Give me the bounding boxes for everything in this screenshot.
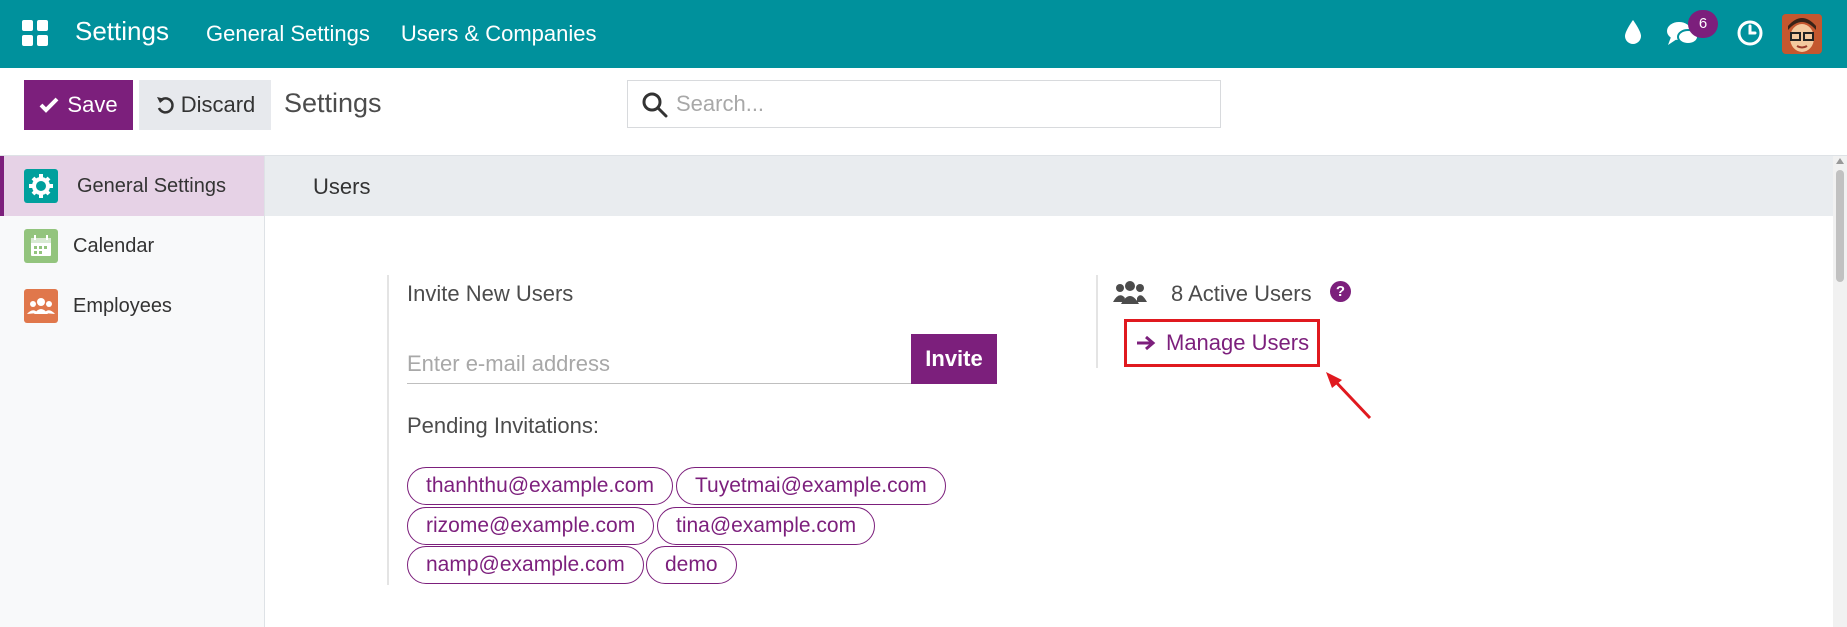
invite-button[interactable]: Invite [911, 334, 997, 384]
drop-icon[interactable] [1622, 18, 1644, 46]
annotation-arrow-icon [1326, 372, 1372, 420]
menu-users-companies[interactable]: Users & Companies [401, 21, 597, 47]
invitation-tag[interactable]: tina@example.com [657, 507, 876, 545]
apps-menu-icon[interactable] [22, 20, 48, 46]
control-panel: Save Discard Settings [0, 68, 1847, 156]
top-menu: General Settings Users & Companies [206, 21, 597, 47]
scroll-up-arrow[interactable] [1836, 158, 1844, 164]
invitation-tag[interactable]: rizome@example.com [407, 507, 655, 545]
email-field[interactable] [407, 344, 911, 384]
invitation-tag[interactable]: thanhthu@example.com [407, 467, 673, 505]
manage-users-label: Manage Users [1166, 330, 1310, 355]
calendar-icon [24, 229, 58, 263]
active-users-count: 8 Active Users [1171, 281, 1312, 306]
search-icon [642, 92, 668, 118]
invitation-tag[interactable]: namp@example.com [407, 546, 644, 584]
discard-button[interactable]: Discard [139, 80, 271, 130]
manage-users-link[interactable]: Manage Users [1136, 330, 1309, 356]
pending-invitations-title: Pending Invitations: [407, 413, 600, 438]
arrow-right-icon [1137, 335, 1156, 351]
sidebar-item-employees[interactable]: Employees [0, 276, 264, 336]
check-icon [40, 97, 59, 113]
clock-icon[interactable] [1736, 19, 1764, 47]
invitation-tag[interactable]: demo [646, 546, 737, 584]
invitation-tag[interactable]: Tuyetmai@example.com [676, 467, 946, 505]
chat-badge: 6 [1688, 10, 1718, 38]
page-title: Settings [284, 88, 382, 118]
sidebar-item-label: Calendar [73, 234, 155, 257]
gear-icon [24, 169, 58, 203]
search-box[interactable] [627, 80, 1221, 128]
scrollbar[interactable] [1833, 156, 1847, 627]
sidebar-item-label: General Settings [77, 174, 226, 197]
settings-sidebar: General Settings Calendar Employees [0, 156, 265, 627]
discard-label: Discard [180, 92, 256, 117]
app-brand[interactable]: Settings [75, 16, 169, 47]
sidebar-item-calendar[interactable]: Calendar [0, 216, 264, 276]
save-button[interactable]: Save [24, 80, 133, 130]
undo-icon [156, 97, 174, 114]
section-title: Users [313, 174, 371, 199]
search-input[interactable] [676, 89, 1206, 119]
help-icon[interactable]: ? [1330, 281, 1351, 302]
users-icon [1113, 281, 1147, 304]
section-header: Users [265, 156, 1833, 216]
sidebar-item-general-settings[interactable]: General Settings [0, 156, 264, 216]
divider [387, 275, 389, 585]
sidebar-item-label: Employees [73, 294, 172, 317]
scroll-thumb[interactable] [1836, 170, 1844, 282]
save-label: Save [67, 92, 118, 117]
top-navbar: Settings General Settings Users & Compan… [0, 0, 1847, 68]
divider [1096, 275, 1098, 368]
menu-general-settings[interactable]: General Settings [206, 21, 370, 47]
avatar[interactable] [1782, 14, 1822, 54]
employees-icon [24, 289, 58, 323]
invite-users-title: Invite New Users [407, 281, 574, 306]
